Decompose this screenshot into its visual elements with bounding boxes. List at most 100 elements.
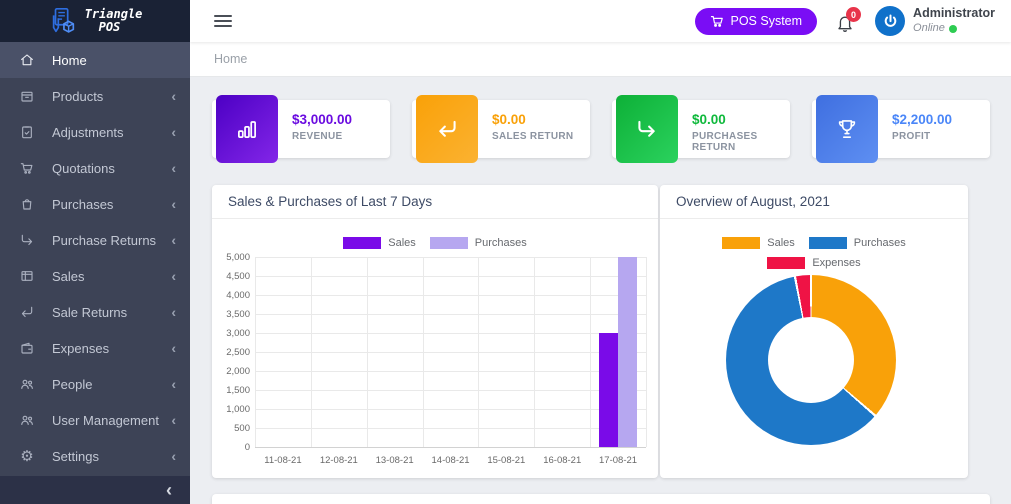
home-icon bbox=[18, 51, 36, 69]
sidebar-item-expenses[interactable]: Expenses‹ bbox=[0, 330, 190, 366]
donut-chart: Sales Purchases Expenses bbox=[660, 219, 968, 477]
stat-value: $3,000.00 bbox=[292, 112, 352, 127]
bar-chart-legend: Sales Purchases bbox=[212, 237, 658, 249]
stat-card-revenue: $3,000.00 REVENUE bbox=[212, 100, 390, 158]
legend-item[interactable]: Sales bbox=[343, 237, 416, 249]
adjustments-icon bbox=[18, 123, 36, 141]
chevron-left-icon: ‹ bbox=[171, 412, 176, 428]
y-axis-tick: 4,000 bbox=[212, 290, 250, 301]
sidebar-item-label: Purchases bbox=[52, 197, 171, 212]
chevron-left-icon: ‹ bbox=[171, 124, 176, 140]
sidebar-item-label: Products bbox=[52, 89, 171, 104]
sidebar-logo[interactable]: Triangle POS bbox=[0, 0, 190, 42]
logo-text: Triangle POS bbox=[85, 8, 143, 33]
topbar: POS System 0 Administrator On bbox=[190, 0, 1011, 42]
sidebar-item-label: Settings bbox=[52, 449, 171, 464]
notification-badge: 0 bbox=[846, 7, 861, 22]
bottom-card bbox=[212, 494, 990, 504]
chevron-left-icon: ‹ bbox=[171, 268, 176, 284]
stat-value: $2,200.00 bbox=[892, 112, 952, 127]
donut-chart-legend: Sales Purchases bbox=[660, 237, 968, 249]
logo-icon bbox=[48, 6, 78, 36]
x-axis-tick: 15-08-21 bbox=[478, 455, 534, 466]
chevron-left-icon: ‹ bbox=[171, 376, 176, 392]
sidebar-item-label: Sales bbox=[52, 269, 171, 284]
purchase-returns-icon bbox=[18, 231, 36, 249]
chevron-left-icon: ‹ bbox=[171, 340, 176, 356]
bar-sales-17-08-21[interactable] bbox=[599, 333, 618, 447]
chevron-left-icon: ‹ bbox=[171, 88, 176, 104]
legend-item[interactable]: Purchases bbox=[430, 237, 527, 249]
stat-value: $0.00 bbox=[692, 112, 790, 127]
stat-card-profit: $2,200.00 PROFIT bbox=[812, 100, 990, 158]
sidebar-footer: ‹ bbox=[0, 476, 190, 504]
x-axis-tick: 11-08-21 bbox=[255, 455, 311, 466]
sidebar-item-people[interactable]: People‹ bbox=[0, 366, 190, 402]
y-axis-tick: 1,500 bbox=[212, 385, 250, 396]
y-axis-tick: 3,000 bbox=[212, 328, 250, 339]
sidebar-item-sales[interactable]: Sales‹ bbox=[0, 258, 190, 294]
chevron-left-icon: ‹ bbox=[171, 160, 176, 176]
sidebar-item-label: Quotations bbox=[52, 161, 171, 176]
y-axis-tick: 500 bbox=[212, 423, 250, 434]
sidebar-item-label: Sale Returns bbox=[52, 305, 171, 320]
x-axis-tick: 13-08-21 bbox=[367, 455, 423, 466]
stat-label: SALES RETURN bbox=[492, 131, 573, 142]
sidebar-item-user-management[interactable]: User Management‹ bbox=[0, 402, 190, 438]
sidebar: Triangle POS HomeProducts‹Adjustments‹Qu… bbox=[0, 0, 190, 504]
sidebar-item-home[interactable]: Home bbox=[0, 42, 190, 78]
overview-panel: Overview of August, 2021 Sales Purchases E… bbox=[660, 185, 968, 478]
y-axis-tick: 0 bbox=[212, 442, 250, 453]
y-axis-tick: 5,000 bbox=[212, 252, 250, 263]
user-name: Administrator bbox=[913, 6, 995, 22]
donut-hole bbox=[768, 317, 854, 403]
donut-chart-legend-row2: Expenses bbox=[660, 257, 968, 269]
online-status-dot bbox=[949, 25, 957, 33]
stat-label: PROFIT bbox=[892, 131, 952, 142]
legend-swatch bbox=[430, 237, 468, 249]
power-icon[interactable] bbox=[875, 6, 905, 36]
sidebar-item-quotations[interactable]: Quotations‹ bbox=[0, 150, 190, 186]
sales-icon bbox=[18, 267, 36, 285]
stat-label: REVENUE bbox=[292, 131, 352, 142]
stat-cards-row: $3,000.00REVENUE$0.00SALES RETURN$0.00PU… bbox=[212, 100, 990, 158]
chevron-left-icon: ‹ bbox=[171, 232, 176, 248]
legend-item[interactable]: Purchases bbox=[809, 237, 906, 249]
sidebar-item-purchases[interactable]: Purchases‹ bbox=[0, 186, 190, 222]
notifications-button[interactable]: 0 bbox=[835, 9, 857, 33]
cart-icon bbox=[710, 14, 724, 28]
corner-down-left-icon bbox=[416, 95, 478, 163]
chart-bars-icon bbox=[216, 95, 278, 163]
purchases-icon bbox=[18, 195, 36, 213]
products-icon bbox=[18, 87, 36, 105]
sidebar-item-sale-returns[interactable]: Sale Returns‹ bbox=[0, 294, 190, 330]
y-axis-tick: 4,500 bbox=[212, 271, 250, 282]
legend-item[interactable]: Expenses bbox=[767, 257, 860, 269]
people-icon bbox=[18, 375, 36, 393]
y-axis-tick: 1,000 bbox=[212, 404, 250, 415]
breadcrumb[interactable]: Home bbox=[214, 52, 247, 66]
main-content: $3,000.00REVENUE$0.00SALES RETURN$0.00PU… bbox=[190, 77, 1011, 504]
breadcrumb-bar: Home bbox=[190, 42, 1011, 77]
user-menu[interactable]: Administrator Online bbox=[875, 6, 995, 36]
expenses-icon bbox=[18, 339, 36, 357]
bar-chart-title: Sales & Purchases of Last 7 Days bbox=[228, 194, 432, 209]
sidebar-menu: HomeProducts‹Adjustments‹Quotations‹Purc… bbox=[0, 42, 190, 476]
pos-system-button[interactable]: POS System bbox=[695, 8, 818, 35]
stat-value: $0.00 bbox=[492, 112, 573, 127]
sidebar-item-purchase-returns[interactable]: Purchase Returns‹ bbox=[0, 222, 190, 258]
dashboard-screen: Triangle POS HomeProducts‹Adjustments‹Qu… bbox=[0, 0, 1011, 504]
x-axis-tick: 16-08-21 bbox=[534, 455, 590, 466]
user-management-icon bbox=[18, 411, 36, 429]
sidebar-collapse-icon[interactable]: ‹ bbox=[166, 481, 172, 499]
sidebar-item-products[interactable]: Products‹ bbox=[0, 78, 190, 114]
x-axis-tick: 17-08-21 bbox=[590, 455, 646, 466]
sidebar-item-adjustments[interactable]: Adjustments‹ bbox=[0, 114, 190, 150]
sidebar-item-settings[interactable]: ⚙Settings‹ bbox=[0, 438, 190, 474]
sidebar-item-label: Home bbox=[52, 53, 176, 68]
bar-purchases-17-08-21[interactable] bbox=[618, 257, 637, 447]
y-axis-tick: 2,500 bbox=[212, 347, 250, 358]
hamburger-menu-icon[interactable] bbox=[214, 12, 232, 30]
legend-item[interactable]: Sales bbox=[722, 237, 795, 249]
donut-chart-title: Overview of August, 2021 bbox=[676, 194, 830, 209]
